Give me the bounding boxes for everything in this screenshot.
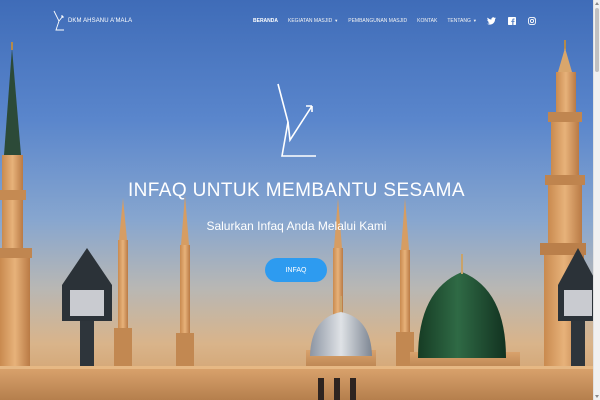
nav-item-kontak[interactable]: KONTAK — [417, 18, 437, 24]
mosque-wall — [0, 366, 600, 400]
social-links — [487, 16, 547, 26]
scroll-down-arrow-icon[interactable] — [595, 395, 599, 398]
nav-item-label: BERANDA — [253, 18, 278, 24]
navbar: DKM AHSANU A'MALA BERANDA KEGIATAN MASJI… — [0, 0, 593, 44]
nav-item-label: KONTAK — [417, 18, 438, 24]
scrollbar[interactable] — [593, 0, 600, 400]
instagram-icon[interactable] — [527, 16, 537, 26]
facebook-icon[interactable] — [507, 16, 517, 26]
nav-item-label: TENTANG — [447, 18, 471, 24]
nav-item-label: PEMBANGUNAN MASJID — [348, 18, 408, 24]
dkm-logo-large — [277, 83, 316, 157]
dkm-logo-icon — [53, 10, 64, 31]
silver-dome — [306, 296, 376, 372]
chevron-down-icon: ▼ — [472, 18, 477, 23]
infaq-button[interactable]: INFAQ — [265, 258, 327, 282]
twitter-icon[interactable] — [487, 16, 497, 26]
chevron-down-icon: ▼ — [334, 18, 339, 23]
green-dome — [410, 254, 520, 372]
scroll-up-arrow-icon[interactable] — [595, 2, 599, 5]
hero-section: DKM AHSANU A'MALA BERANDA KEGIATAN MASJI… — [0, 0, 600, 400]
main-nav: BERANDA KEGIATAN MASJID ▼ PEMBANGUNAN MAS… — [253, 16, 547, 26]
brand[interactable]: DKM AHSANU A'MALA — [52, 10, 132, 32]
scroll-thumb[interactable] — [595, 8, 599, 72]
nav-item-pembangunan-masjid[interactable]: PEMBANGUNAN MASJID — [348, 18, 407, 24]
nav-item-beranda[interactable]: BERANDA — [253, 18, 278, 24]
hero-title: INFAQ UNTUK MEMBANTU SESAMA — [127, 180, 465, 201]
brand-name: DKM AHSANU A'MALA — [68, 18, 133, 24]
nav-item-kegiatan-masjid[interactable]: KEGIATAN MASJID ▼ — [288, 18, 338, 24]
hero-subtitle: Salurkan Infaq Anda Melalui Kami — [206, 219, 387, 233]
nav-item-label: KEGIATAN MASJID — [288, 18, 333, 24]
nav-item-tentang[interactable]: TENTANG ▼ — [447, 18, 477, 24]
